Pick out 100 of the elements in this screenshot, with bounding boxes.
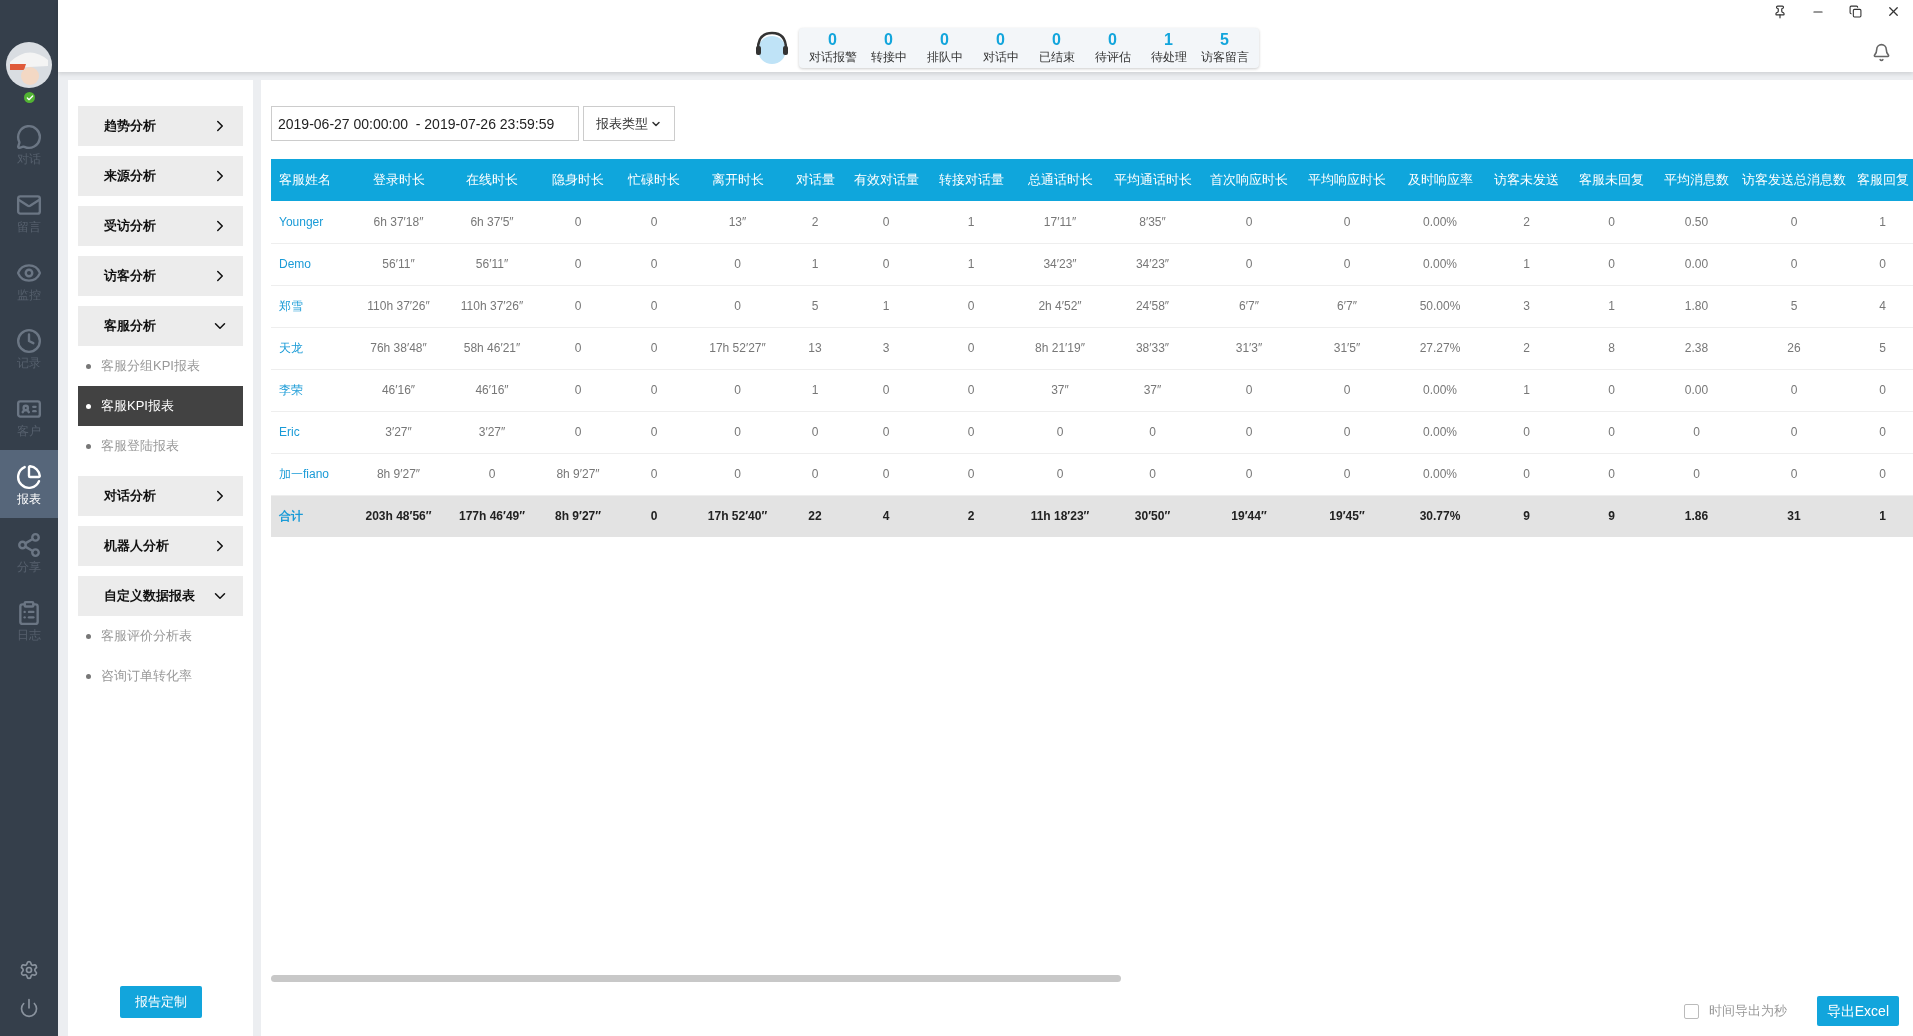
total-cell: 30′50″ [1105, 495, 1200, 537]
table-cell: 0.50 [1654, 201, 1739, 243]
table-cell: 4 [1849, 285, 1913, 327]
table-cell: 0 [1298, 369, 1396, 411]
table-cell: 76h 38′48″ [351, 327, 446, 369]
table-cell: 0 [1105, 411, 1200, 453]
total-cell: 8h 9′27″ [538, 495, 618, 537]
table-cell: 1 [1569, 285, 1654, 327]
table-cell: 13″ [690, 201, 785, 243]
table-cell: 0 [1739, 369, 1849, 411]
table-cell: 0 [690, 411, 785, 453]
total-cell: 22 [785, 495, 845, 537]
table-cell: 0 [1298, 243, 1396, 285]
table-cell: 0 [1849, 369, 1913, 411]
table-cell: 46′16″ [446, 369, 538, 411]
total-cell: 11h 18′23″ [1015, 495, 1105, 537]
menu-group[interactable]: 访客分析 [78, 256, 243, 296]
menu-group[interactable]: 自定义数据报表 [78, 576, 243, 616]
column-header: 离开时长 [690, 159, 785, 201]
table-cell: 0 [1569, 369, 1654, 411]
table-cell: 17h 52′27″ [690, 327, 785, 369]
column-header: 登录时长 [351, 159, 446, 201]
agent-name-link[interactable]: Eric [271, 411, 351, 453]
table-cell: 0 [1298, 411, 1396, 453]
table-cell: 0 [538, 327, 618, 369]
menu-group[interactable]: 趋势分析 [78, 106, 243, 146]
status-label: 待处理 [1150, 49, 1187, 65]
column-header: 总通话时长 [1015, 159, 1105, 201]
menu-group[interactable]: 来源分析 [78, 156, 243, 196]
table-cell: 0 [1849, 411, 1913, 453]
table-cell: 0 [690, 369, 785, 411]
menu-group[interactable]: 对话分析 [78, 476, 243, 516]
checkbox-label: 时间导出为秒 [1708, 1002, 1787, 1021]
table-cell: 0 [618, 453, 690, 495]
table-cell: 0.00% [1396, 243, 1484, 285]
table-cell: 0 [1484, 411, 1569, 453]
status-count: 0 [884, 31, 893, 49]
column-header: 有效对话量 [845, 159, 927, 201]
table-cell: 2 [785, 201, 845, 243]
status-count: 5 [1220, 31, 1229, 49]
agent-name-link[interactable]: Younger [271, 201, 351, 243]
table-cell: 0 [538, 411, 618, 453]
column-header: 及时响应率 [1396, 159, 1484, 201]
total-cell: 203h 48′56″ [351, 495, 446, 537]
total-cell: 19′45″ [1298, 495, 1396, 537]
export-excel-button[interactable]: 导出Excel [1816, 996, 1899, 1026]
menu-item[interactable]: 客服评价分析表 [78, 616, 243, 656]
table-cell: 0 [845, 453, 927, 495]
menu-group[interactable]: 受访分析 [78, 206, 243, 246]
table-cell: 0.00% [1396, 411, 1484, 453]
table-cell: 0 [785, 453, 845, 495]
total-cell: 4 [845, 495, 927, 537]
agent-name-link[interactable]: Demo [271, 243, 351, 285]
table-cell: 0 [538, 243, 618, 285]
table-cell: 3 [845, 327, 927, 369]
table-cell: 3′27″ [351, 411, 446, 453]
status-label: 对话中 [982, 49, 1019, 65]
table-cell: 0 [927, 411, 1015, 453]
customize-report-button[interactable]: 报告定制 [119, 986, 202, 1018]
menu-item[interactable]: 咨询订单转化率 [78, 656, 243, 696]
table-cell: 50.00% [1396, 285, 1484, 327]
nav-item[interactable]: 报表 [0, 450, 58, 518]
menu-item[interactable]: 客服KPI报表 [78, 386, 243, 426]
table-cell: 0 [1200, 243, 1298, 285]
menu-item[interactable]: 客服登陆报表 [78, 426, 243, 466]
table-cell: 0 [1849, 453, 1913, 495]
table-cell: 0 [618, 243, 690, 285]
report-type-dropdown[interactable]: 报表类型 [583, 106, 675, 141]
column-header: 访客未发送 [1484, 159, 1569, 201]
table-cell: 0 [1849, 243, 1913, 285]
menu-item[interactable]: 客服分组KPI报表 [78, 346, 243, 386]
agent-name-link[interactable]: 李荣 [271, 369, 351, 411]
date-range-field[interactable]: 2019-06-27 00:00:00 - 2019-07-26 23:59:59 [271, 106, 579, 141]
menu-group[interactable]: 机器人分析 [78, 526, 243, 566]
table-cell: 0 [618, 201, 690, 243]
status-count: 0 [940, 31, 949, 49]
total-cell: 9 [1484, 495, 1569, 537]
table-cell: 1 [927, 201, 1015, 243]
table-cell: 1 [1849, 201, 1913, 243]
table-cell: 34′23″ [1015, 243, 1105, 285]
agent-name-link[interactable]: 加一fiano [271, 453, 351, 495]
table-cell: 0 [1484, 453, 1569, 495]
table-cell: 110h 37′26″ [351, 285, 446, 327]
status-count: 0 [1108, 31, 1117, 49]
status-label: 待评估 [1094, 49, 1131, 65]
table-cell: 0 [618, 411, 690, 453]
status-label: 对话报警 [808, 49, 857, 65]
table-cell: 0 [538, 285, 618, 327]
agent-name-link[interactable]: 郑雪 [271, 285, 351, 327]
table-cell: 110h 37′26″ [446, 285, 538, 327]
table-cell: 0 [690, 243, 785, 285]
table-cell: 3′27″ [446, 411, 538, 453]
column-header: 首次响应时长 [1200, 159, 1298, 201]
table-cell: 5 [1849, 327, 1913, 369]
table-cell: 2.38 [1654, 327, 1739, 369]
menu-group[interactable]: 客服分析 [78, 306, 243, 346]
column-header: 客服未回复 [1569, 159, 1654, 201]
table-cell: 0 [1739, 411, 1849, 453]
column-header: 平均响应时长 [1298, 159, 1396, 201]
agent-name-link[interactable]: 天龙 [271, 327, 351, 369]
